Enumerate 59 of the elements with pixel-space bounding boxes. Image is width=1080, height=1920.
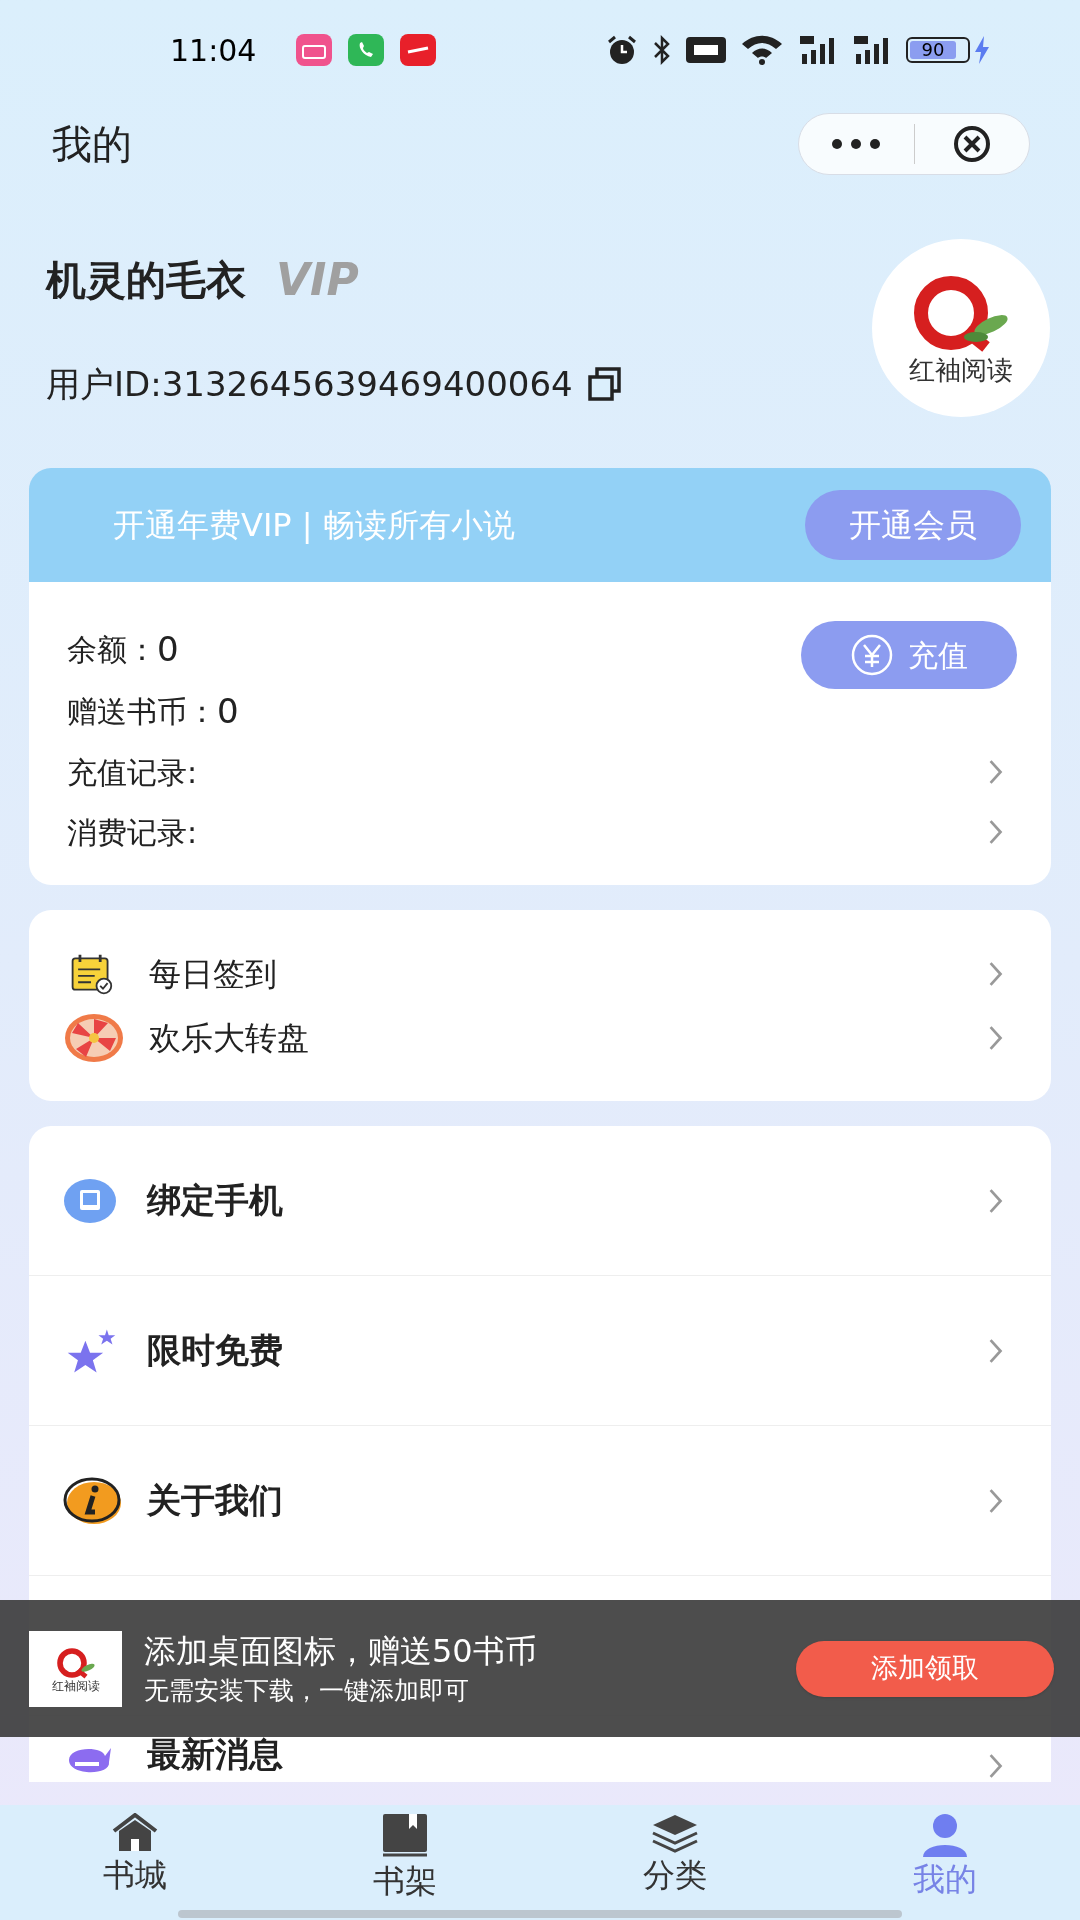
tab[interactable]: 分类 bbox=[540, 1805, 810, 1920]
chevron-icon bbox=[987, 1186, 1005, 1215]
user-name: 机灵的毛衣 bbox=[46, 255, 246, 305]
activity-label: 欢乐大转盘 bbox=[149, 1017, 309, 1059]
record-row[interactable]: 充值记录: bbox=[67, 742, 1005, 802]
tab[interactable]: 书架 bbox=[270, 1805, 540, 1920]
menu-label: 关于我们 bbox=[147, 1479, 283, 1522]
chevron-icon bbox=[987, 1752, 1005, 1780]
alarm-icon bbox=[606, 34, 638, 66]
tv-app-icon bbox=[296, 34, 333, 66]
tab[interactable]: 书城 bbox=[0, 1805, 270, 1920]
activity-row[interactable]: 欢乐大转盘 bbox=[63, 1005, 1005, 1070]
charging-icon bbox=[974, 36, 990, 64]
activity-label: 每日签到 bbox=[149, 953, 277, 995]
more-icon bbox=[831, 138, 882, 150]
menu-row[interactable]: 限时免费 bbox=[29, 1276, 1051, 1426]
wheel-icon bbox=[63, 1012, 125, 1063]
wifi-icon bbox=[740, 34, 784, 66]
phone-app-icon bbox=[348, 34, 385, 66]
menu-row[interactable]: 绑定手机 bbox=[29, 1126, 1051, 1276]
tablet-icon bbox=[63, 1177, 117, 1224]
bluetooth-icon bbox=[652, 34, 672, 66]
info-icon bbox=[63, 1475, 123, 1526]
promo-subtitle: 无需安装下载，一键添加即可 bbox=[144, 1674, 470, 1707]
balance-label: 余额： bbox=[67, 630, 157, 669]
menu-label: 绑定手机 bbox=[147, 1179, 283, 1222]
record-label: 充值记录: bbox=[67, 753, 198, 792]
vip-label: VIP bbox=[276, 252, 359, 307]
user-id: 用户ID:3132645639469400064 bbox=[46, 362, 573, 406]
logo-text: 红袖阅读 bbox=[51, 1679, 100, 1692]
chevron-icon bbox=[987, 758, 1005, 786]
menu-row[interactable]: 最新消息 bbox=[29, 1716, 1051, 1782]
clock: 11:04 bbox=[170, 31, 257, 70]
chevron-icon bbox=[987, 818, 1005, 846]
activity-row[interactable]: 每日签到 bbox=[63, 941, 1005, 1006]
promo-title: 添加桌面图标，赠送50书币 bbox=[144, 1630, 537, 1671]
banner-text: 开通年费VIP | 畅读所有小说 bbox=[113, 505, 515, 546]
home-icon bbox=[110, 1813, 160, 1853]
balance-label: 赠送书币： bbox=[67, 692, 217, 731]
page-title: 我的 bbox=[52, 120, 132, 169]
chevron-icon bbox=[987, 1486, 1005, 1515]
record-label: 消费记录: bbox=[67, 813, 198, 852]
chevron-icon bbox=[987, 1336, 1005, 1365]
menu-row[interactable]: 关于我们 bbox=[29, 1426, 1051, 1576]
close-icon bbox=[951, 124, 992, 164]
balance-value: 0 bbox=[217, 689, 239, 733]
battery-icon: 90 bbox=[906, 37, 970, 63]
menu-label: 限时免费 bbox=[147, 1329, 283, 1372]
yuan-icon bbox=[850, 633, 894, 677]
book-icon bbox=[381, 1813, 429, 1859]
chevron-icon bbox=[987, 959, 1005, 988]
balance-value: 0 bbox=[157, 627, 179, 671]
person-icon bbox=[921, 1813, 969, 1857]
record-row[interactable]: 消费记录: bbox=[67, 802, 1005, 862]
logo-text: 红袖阅读 bbox=[909, 357, 1013, 383]
layers-icon bbox=[651, 1813, 699, 1853]
menu-label: 最新消息 bbox=[147, 1733, 283, 1776]
chevron-icon bbox=[987, 1023, 1005, 1052]
copy-icon[interactable] bbox=[586, 366, 623, 402]
